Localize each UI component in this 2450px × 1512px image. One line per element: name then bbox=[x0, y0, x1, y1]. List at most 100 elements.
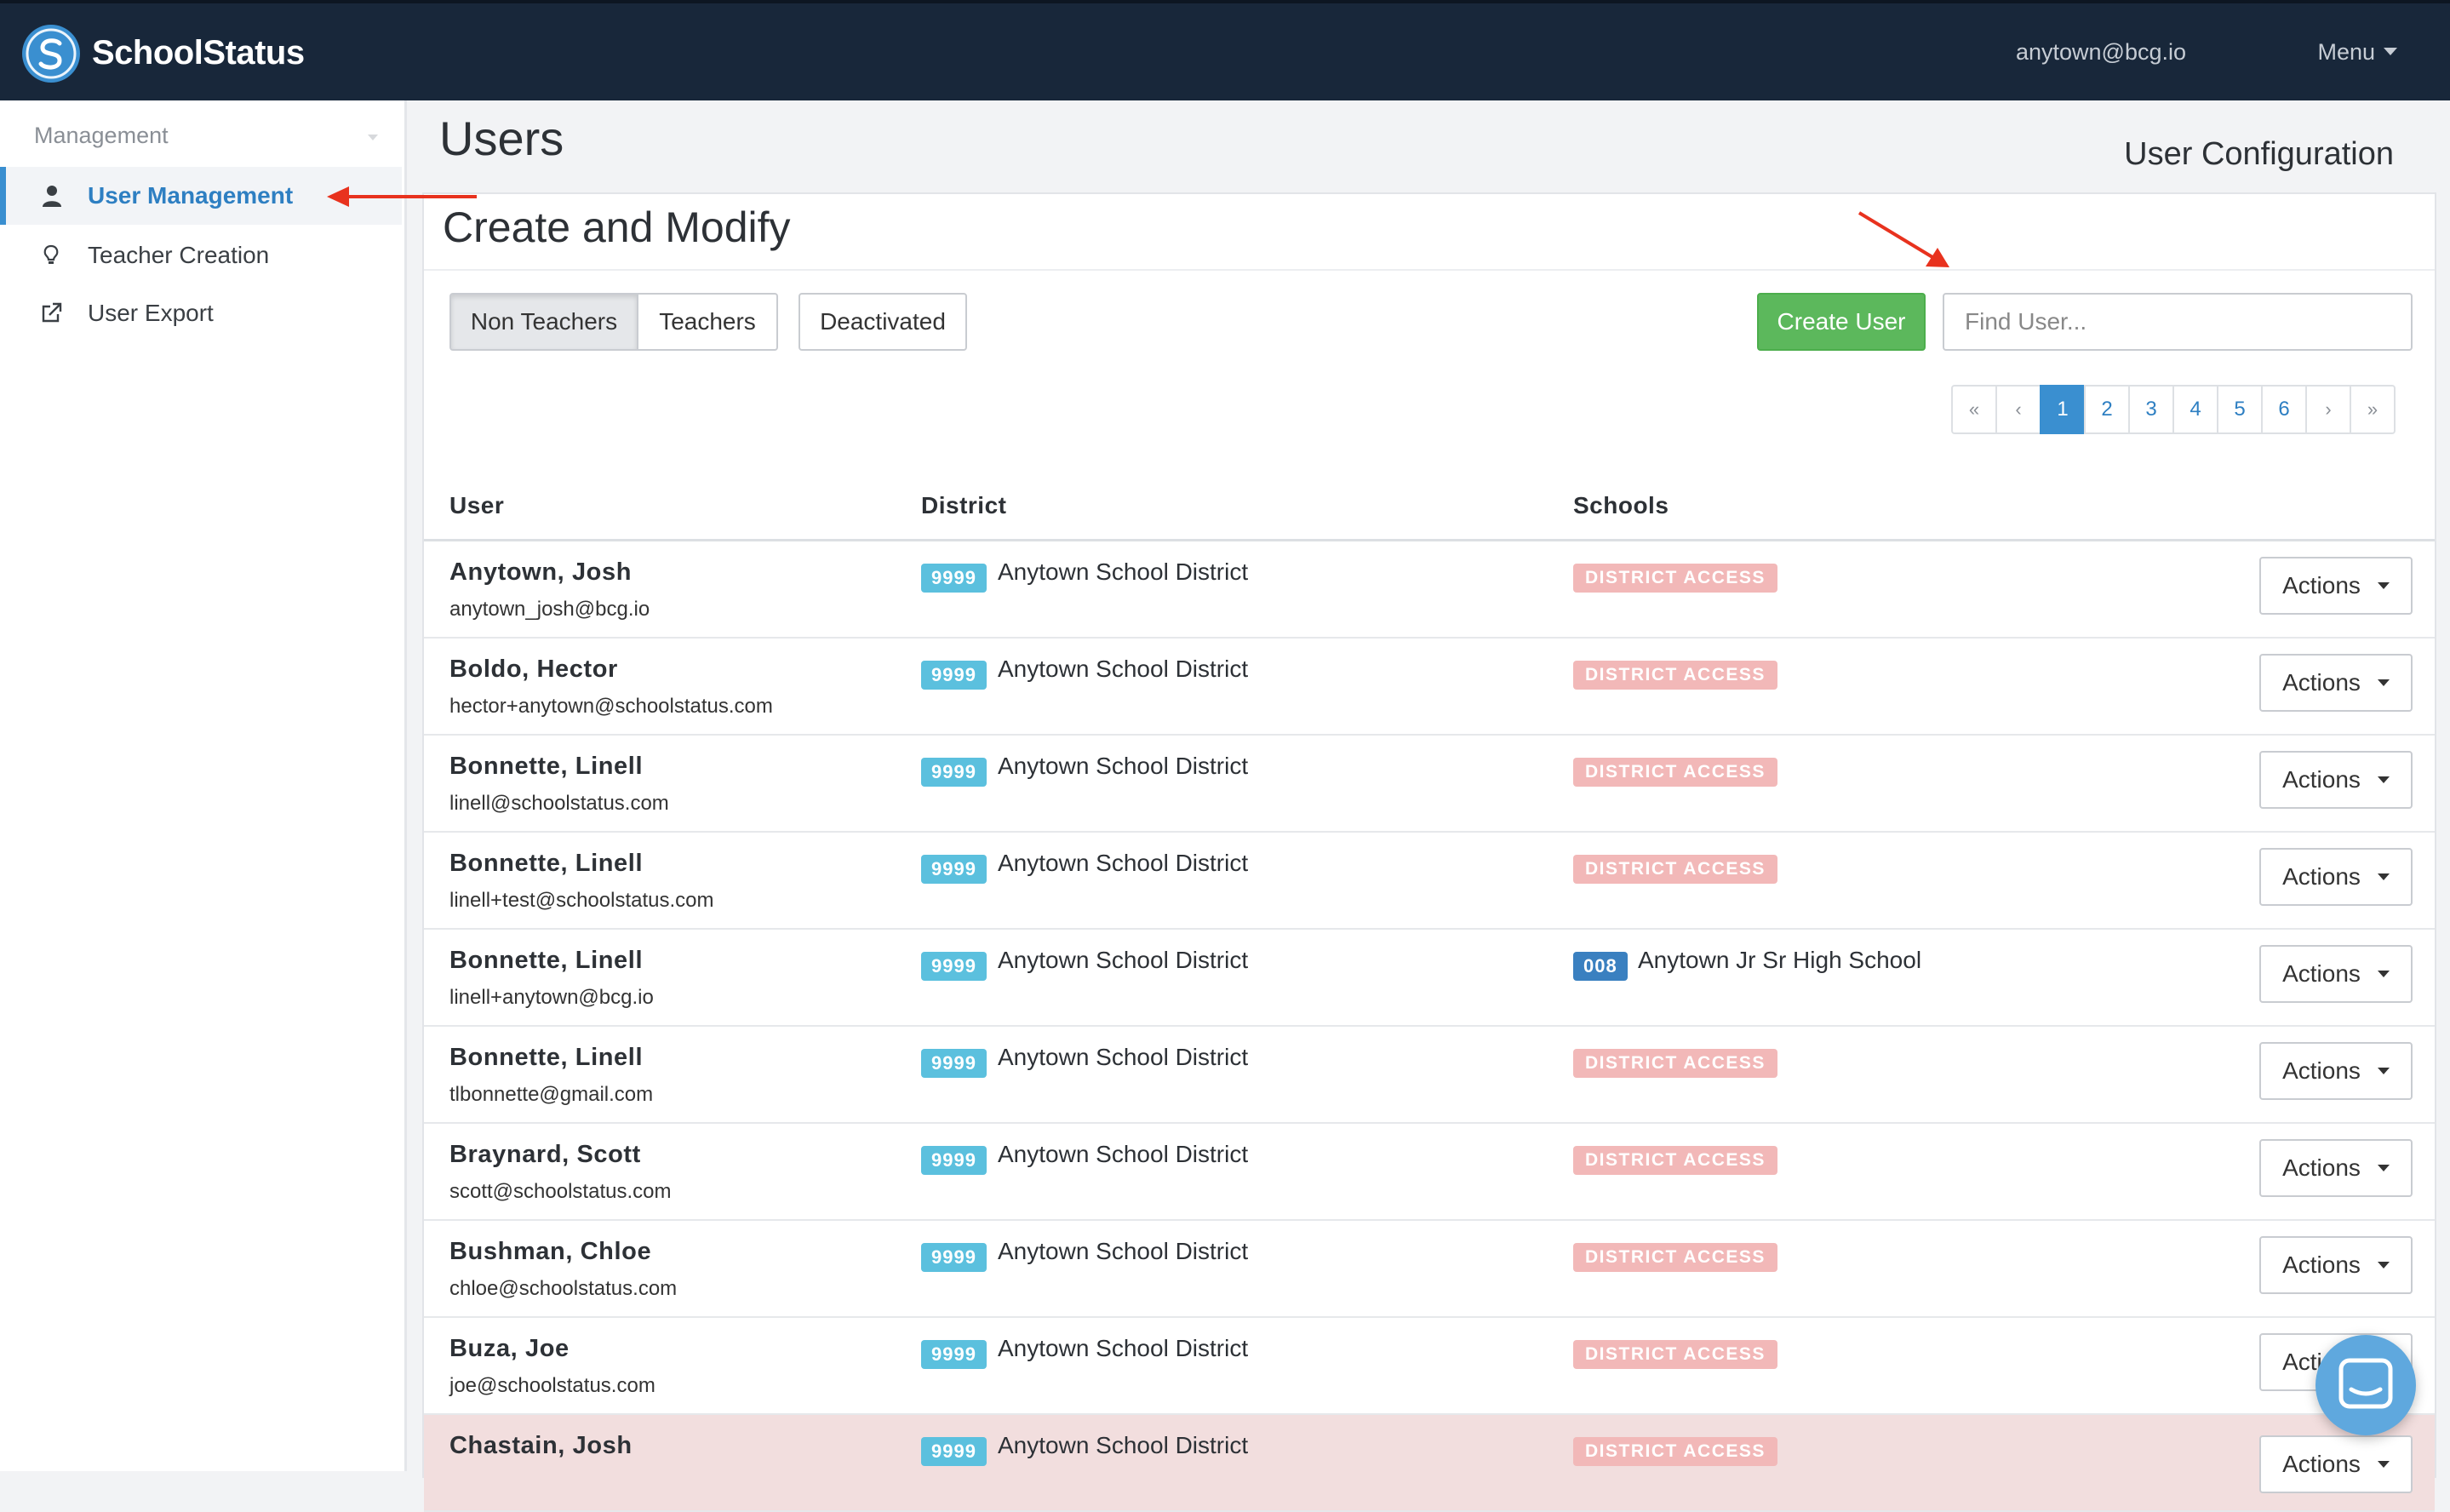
sidebar-item-teacher-creation[interactable]: Teacher Creation bbox=[0, 226, 402, 284]
school-name: Anytown Jr Sr High School bbox=[1638, 947, 1922, 973]
district-name: Anytown School District bbox=[998, 1335, 1249, 1361]
district-name: Anytown School District bbox=[998, 753, 1249, 779]
pagination-page-6[interactable]: 6 bbox=[2261, 385, 2307, 434]
sidebar-item-user-export[interactable]: User Export bbox=[0, 284, 402, 342]
table-row: Bonnette, Linell linell+test@schoolstatu… bbox=[424, 833, 2435, 930]
district-code-badge: 9999 bbox=[921, 758, 987, 787]
caret-down-icon bbox=[2377, 776, 2390, 783]
column-header-schools: Schools bbox=[1573, 492, 1669, 518]
sidebar-item-user-management[interactable]: User Management bbox=[0, 167, 402, 225]
sidebar-item-label: User Management bbox=[88, 182, 294, 209]
user-email: hector+anytown@schoolstatus.com bbox=[449, 695, 773, 718]
pagination-next-button[interactable]: › bbox=[2305, 385, 2351, 434]
district-name: Anytown School District bbox=[998, 1432, 1249, 1458]
district-access-badge: DISTRICT ACCESS bbox=[1573, 1243, 1777, 1272]
pagination-last-button[interactable]: » bbox=[2350, 385, 2396, 434]
pagination-prev-button[interactable]: ‹ bbox=[1995, 385, 2041, 434]
caret-down-icon bbox=[2384, 48, 2397, 56]
lightbulb-icon bbox=[39, 243, 63, 267]
find-user-input[interactable] bbox=[1943, 293, 2413, 351]
actions-dropdown-button[interactable]: Actions bbox=[2259, 1139, 2413, 1197]
caret-down-icon bbox=[2377, 971, 2390, 977]
page-title: Users bbox=[439, 112, 564, 165]
actions-dropdown-button[interactable]: Actions bbox=[2259, 1042, 2413, 1100]
district-access-badge: DISTRICT ACCESS bbox=[1573, 1049, 1777, 1078]
actions-label: Actions bbox=[2282, 572, 2361, 598]
district-access-badge: DISTRICT ACCESS bbox=[1573, 758, 1777, 787]
user-name: Bushman, Chloe bbox=[449, 1238, 652, 1265]
actions-label: Actions bbox=[2282, 1451, 2361, 1477]
district-code-badge: 9999 bbox=[921, 661, 987, 690]
district-access-badge: DISTRICT ACCESS bbox=[1573, 564, 1777, 593]
caret-down-icon bbox=[2377, 1068, 2390, 1074]
user-email: chloe@schoolstatus.com bbox=[449, 1277, 678, 1300]
chat-icon bbox=[2338, 1358, 2393, 1409]
caret-down-icon bbox=[2377, 582, 2390, 589]
actions-dropdown-button[interactable]: Actions bbox=[2259, 654, 2413, 712]
table-row: Braynard, Scott scott@schoolstatus.com 9… bbox=[424, 1124, 2435, 1221]
menu-dropdown[interactable]: Menu bbox=[2317, 39, 2397, 66]
actions-label: Actions bbox=[2282, 863, 2361, 890]
user-email: joe@schoolstatus.com bbox=[449, 1374, 655, 1397]
pagination-page-5[interactable]: 5 bbox=[2217, 385, 2263, 434]
actions-dropdown-button[interactable]: Actions bbox=[2259, 751, 2413, 809]
menu-label: Menu bbox=[2317, 39, 2375, 65]
district-code-badge: 9999 bbox=[921, 1049, 987, 1078]
sidebar-heading[interactable]: Management bbox=[34, 123, 169, 149]
column-header-district: District bbox=[921, 492, 1007, 518]
user-name: Chastain, Josh bbox=[449, 1432, 633, 1459]
external-link-icon bbox=[39, 301, 63, 325]
user-name: Boldo, Hector bbox=[449, 656, 618, 683]
district-access-badge: DISTRICT ACCESS bbox=[1573, 1340, 1777, 1369]
district-name: Anytown School District bbox=[998, 558, 1249, 585]
user-email: linell+anytown@bcg.io bbox=[449, 986, 654, 1009]
account-email[interactable]: anytown@bcg.io bbox=[2016, 39, 2186, 66]
user-name: Buza, Joe bbox=[449, 1335, 570, 1362]
district-code-badge: 9999 bbox=[921, 1243, 987, 1272]
user-name: Bonnette, Linell bbox=[449, 947, 644, 974]
brand-name[interactable]: SchoolStatus bbox=[92, 34, 305, 72]
schoolstatus-logo-icon[interactable] bbox=[22, 25, 80, 83]
pagination-page-1[interactable]: 1 bbox=[2040, 385, 2086, 434]
pagination-first-button[interactable]: « bbox=[1951, 385, 1997, 434]
school-code-badge: 008 bbox=[1573, 952, 1628, 981]
district-code-badge: 9999 bbox=[921, 952, 987, 981]
panel-title: Create and Modify bbox=[443, 203, 791, 251]
pagination-page-3[interactable]: 3 bbox=[2128, 385, 2174, 434]
actions-dropdown-button[interactable]: Actions bbox=[2259, 557, 2413, 615]
pagination-page-4[interactable]: 4 bbox=[2172, 385, 2218, 434]
user-name: Anytown, Josh bbox=[449, 558, 633, 586]
user-email: linell+test@schoolstatus.com bbox=[449, 889, 714, 912]
actions-label: Actions bbox=[2282, 960, 2361, 987]
create-user-button[interactable]: Create User bbox=[1757, 293, 1926, 351]
chevron-down-icon[interactable] bbox=[368, 135, 378, 140]
caret-down-icon bbox=[2377, 1461, 2390, 1468]
filter-teachers-button[interactable]: Teachers bbox=[638, 293, 778, 351]
table-row: Anytown, Josh anytown_josh@bcg.io 9999 A… bbox=[424, 541, 2435, 639]
district-access-badge: DISTRICT ACCESS bbox=[1573, 1437, 1777, 1466]
table-row: Chastain, Josh 9999 Anytown School Distr… bbox=[424, 1415, 2435, 1512]
actions-dropdown-button[interactable]: Actions bbox=[2259, 1435, 2413, 1493]
filter-deactivated-button[interactable]: Deactivated bbox=[799, 293, 967, 351]
pagination: « ‹ 1 2 3 4 5 6 › » bbox=[1951, 385, 2396, 434]
user-icon bbox=[40, 184, 64, 208]
user-name: Bonnette, Linell bbox=[449, 850, 644, 877]
district-name: Anytown School District bbox=[998, 850, 1249, 876]
users-panel: Create and Modify Non Teachers Teachers … bbox=[422, 192, 2436, 1512]
district-access-badge: DISTRICT ACCESS bbox=[1573, 661, 1777, 690]
filter-non-teachers-button[interactable]: Non Teachers bbox=[449, 293, 638, 351]
caret-down-icon bbox=[2377, 873, 2390, 880]
sidebar-item-label: User Export bbox=[88, 300, 214, 326]
user-name: Bonnette, Linell bbox=[449, 1044, 644, 1071]
pagination-page-2[interactable]: 2 bbox=[2084, 385, 2130, 434]
caret-down-icon bbox=[2377, 1262, 2390, 1269]
table-row: Bonnette, Linell linell+anytown@bcg.io 9… bbox=[424, 930, 2435, 1027]
actions-label: Actions bbox=[2282, 766, 2361, 793]
table-row: Bonnette, Linell linell@schoolstatus.com… bbox=[424, 736, 2435, 833]
actions-dropdown-button[interactable]: Actions bbox=[2259, 945, 2413, 1003]
actions-dropdown-button[interactable]: Actions bbox=[2259, 1236, 2413, 1294]
table-row: Buza, Joe joe@schoolstatus.com 9999 Anyt… bbox=[424, 1318, 2435, 1415]
chat-widget-button[interactable] bbox=[2315, 1335, 2416, 1435]
actions-dropdown-button[interactable]: Actions bbox=[2259, 848, 2413, 906]
user-name: Bonnette, Linell bbox=[449, 753, 644, 780]
